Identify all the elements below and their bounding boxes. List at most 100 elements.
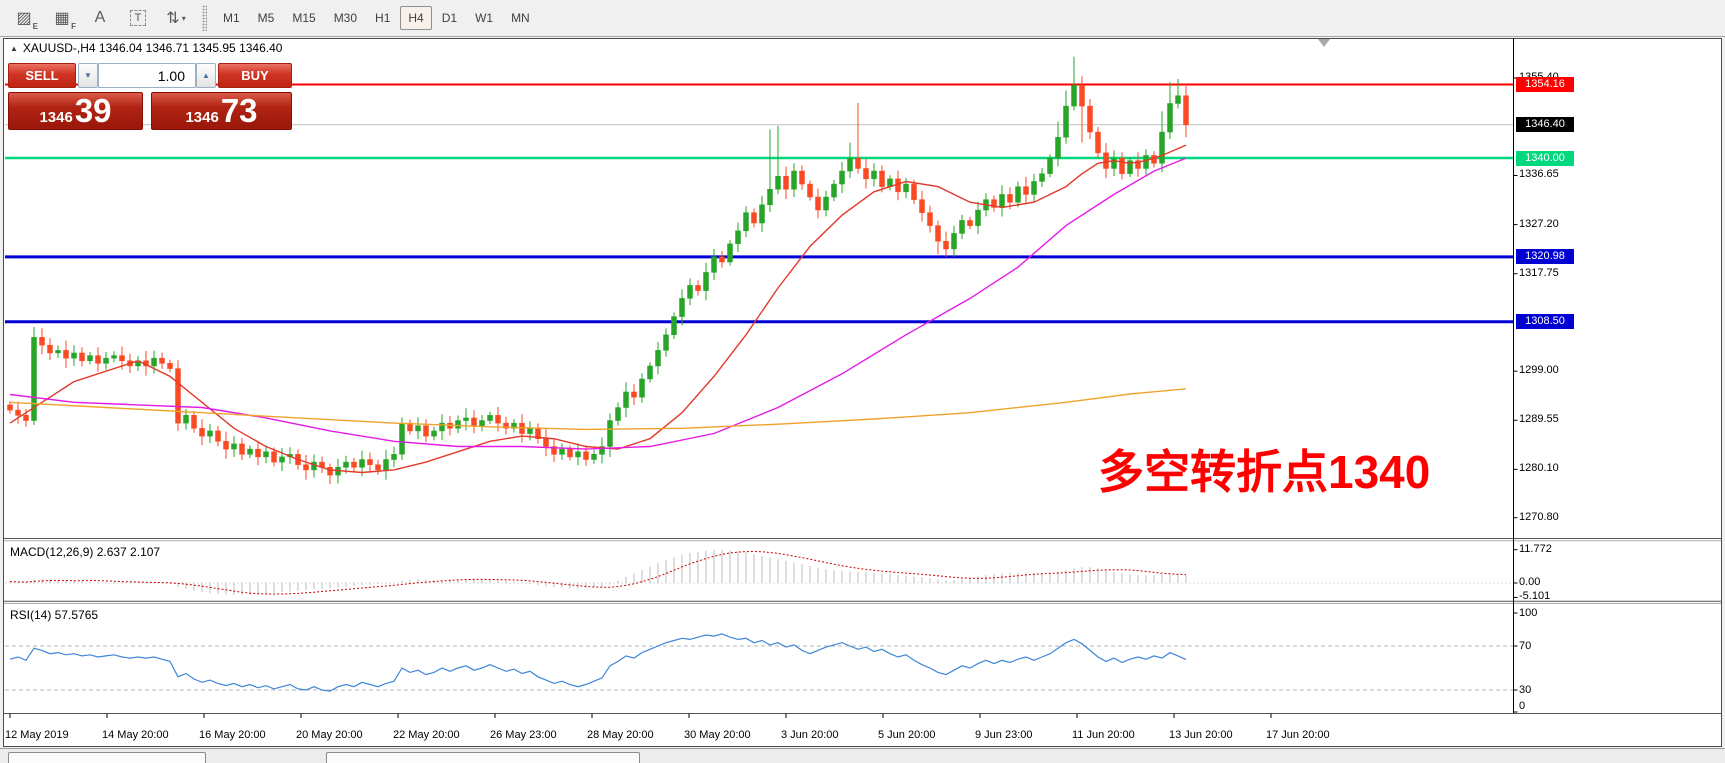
candle-body bbox=[872, 171, 877, 179]
volume-input[interactable] bbox=[98, 63, 196, 88]
candle-body bbox=[280, 457, 285, 462]
candle-body bbox=[1088, 106, 1093, 132]
chart-tab[interactable] bbox=[8, 752, 206, 763]
sell-price-box[interactable]: 1346 39 bbox=[8, 92, 143, 130]
candle-body bbox=[976, 210, 981, 226]
candle-body bbox=[1160, 132, 1165, 163]
candle-body bbox=[960, 220, 965, 233]
candle-body bbox=[344, 462, 349, 467]
candle-body bbox=[424, 426, 429, 436]
candle-body bbox=[744, 213, 749, 231]
candle-body bbox=[568, 449, 573, 457]
candle-body bbox=[472, 418, 477, 426]
candle-body bbox=[176, 369, 181, 424]
volume-increment-button[interactable]: ▲ bbox=[196, 63, 216, 88]
candle-body bbox=[480, 421, 485, 426]
candle-body bbox=[1000, 194, 1005, 207]
candle-body bbox=[1104, 153, 1109, 169]
candle-body bbox=[752, 213, 757, 223]
sell-button[interactable]: SELL bbox=[8, 63, 76, 88]
candle-body bbox=[488, 415, 493, 420]
candle-body bbox=[776, 176, 781, 189]
candle-body bbox=[1144, 155, 1149, 168]
candle-body bbox=[224, 441, 229, 449]
candle-body bbox=[800, 171, 805, 184]
buy-price-small: 1346 bbox=[185, 109, 218, 126]
candle-body bbox=[272, 452, 277, 462]
candle-body bbox=[240, 444, 245, 454]
candle-body bbox=[376, 465, 381, 470]
candle-body bbox=[648, 366, 653, 379]
terminal-stage: ▨E▦FAT⇅▾ M1M5M15M30H1H4D1W1MN 1355.40133… bbox=[0, 0, 1725, 763]
candle-body bbox=[616, 408, 621, 421]
candle-body bbox=[1096, 132, 1101, 153]
candle-body bbox=[352, 462, 357, 467]
candle-body bbox=[848, 158, 853, 171]
candle-body bbox=[632, 392, 637, 397]
candle-body bbox=[1064, 106, 1069, 137]
candle-body bbox=[672, 317, 677, 335]
symbol-ohlc-text: XAUUSD-,H4 1346.04 1346.71 1345.95 1346.… bbox=[23, 41, 283, 55]
candle-body bbox=[592, 454, 597, 459]
chart-shift-triangle-icon bbox=[1318, 39, 1330, 47]
candle-body bbox=[824, 197, 829, 210]
candle-body bbox=[360, 460, 365, 468]
buy-button[interactable]: BUY bbox=[218, 63, 292, 88]
candle-body bbox=[784, 176, 789, 189]
candle-body bbox=[88, 356, 93, 361]
candle-body bbox=[1056, 137, 1061, 158]
candle-body bbox=[1040, 174, 1045, 182]
candle-body bbox=[688, 285, 693, 298]
candle-body bbox=[104, 358, 109, 363]
candle-body bbox=[456, 421, 461, 429]
chart-symbol-title: ▲ XAUUSD-,H4 1346.04 1346.71 1345.95 134… bbox=[10, 41, 282, 55]
candle-body bbox=[704, 272, 709, 290]
candle-body bbox=[264, 452, 269, 457]
candle-body bbox=[432, 431, 437, 436]
candle-body bbox=[768, 189, 773, 205]
buy-price-big: 73 bbox=[221, 93, 258, 129]
candle-body bbox=[560, 449, 565, 454]
candle-body bbox=[728, 244, 733, 262]
candle-body bbox=[968, 220, 973, 225]
candle-body bbox=[760, 205, 765, 223]
candle-body bbox=[696, 285, 701, 290]
candle-body bbox=[192, 415, 197, 428]
buy-price-box[interactable]: 1346 73 bbox=[151, 92, 292, 130]
candle-body bbox=[528, 428, 533, 433]
candle-body bbox=[928, 213, 933, 226]
candle-body bbox=[8, 405, 13, 410]
candle-body bbox=[816, 197, 821, 210]
candle-body bbox=[400, 423, 405, 454]
chart-tab[interactable] bbox=[326, 752, 640, 763]
candle-body bbox=[232, 444, 237, 449]
volume-decrement-button[interactable]: ▼ bbox=[78, 63, 98, 88]
chart-tabs-strip bbox=[0, 748, 1725, 763]
sell-price-small: 1346 bbox=[39, 109, 72, 126]
candle-body bbox=[160, 358, 165, 363]
candle-body bbox=[1024, 187, 1029, 195]
candle-body bbox=[680, 298, 685, 316]
candle-body bbox=[1048, 158, 1053, 174]
candle-body bbox=[1176, 96, 1181, 104]
candle-body bbox=[328, 467, 333, 475]
candle-body bbox=[904, 184, 909, 192]
candle-body bbox=[832, 184, 837, 197]
candle-body bbox=[96, 356, 101, 364]
candle-body bbox=[720, 257, 725, 262]
candle-body bbox=[576, 452, 581, 457]
candle-body bbox=[216, 431, 221, 441]
candle-body bbox=[24, 415, 29, 420]
candle-body bbox=[624, 392, 629, 408]
chart-annotation: 多空转折点1340 bbox=[1098, 436, 1430, 502]
one-click-trade-panel: SELL ▼ ▲ BUY 1346 39 1346 73 bbox=[8, 59, 292, 131]
candle-body bbox=[880, 171, 885, 187]
candle-body bbox=[712, 257, 717, 273]
candle-body bbox=[936, 226, 941, 242]
candle-body bbox=[840, 171, 845, 184]
candle-body bbox=[1016, 187, 1021, 203]
candle-body bbox=[496, 415, 501, 423]
candle-body bbox=[920, 200, 925, 213]
candle-body bbox=[792, 171, 797, 189]
collapse-triangle-icon[interactable]: ▲ bbox=[10, 44, 18, 53]
